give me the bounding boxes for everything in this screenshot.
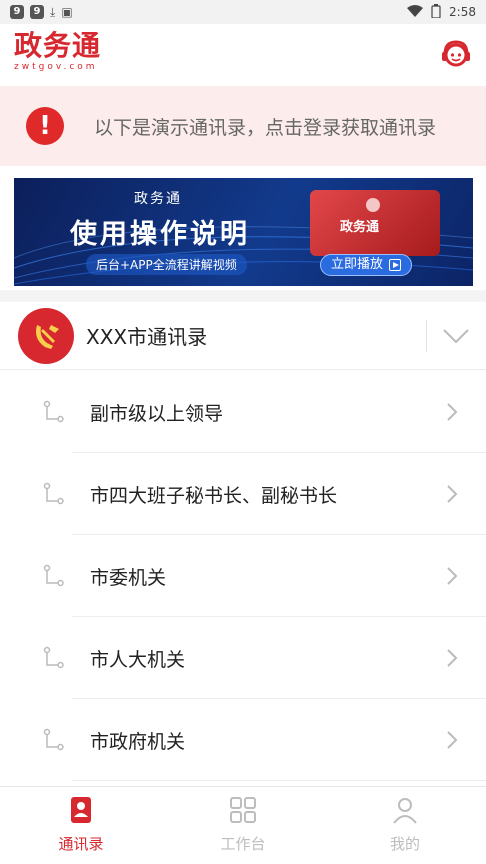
list-item[interactable]: 市四大班子秘书长、副秘书长 — [0, 453, 486, 535]
list-item[interactable]: 市人大机关 — [0, 617, 486, 699]
banner-card: 政务通 — [310, 190, 440, 256]
play-label: 立即播放 — [331, 257, 384, 272]
play-icon — [389, 259, 402, 271]
chevron-right-icon — [447, 567, 458, 585]
branch-icon — [43, 482, 64, 505]
list-item-label: 副市级以上领导 — [90, 402, 224, 425]
contacts-icon — [71, 797, 91, 823]
login-notice[interactable]: ! 以下是演示通讯录，点击登录获取通讯录 — [0, 86, 486, 166]
chevron-right-icon — [447, 485, 458, 503]
status-right: 2:58 — [407, 3, 476, 21]
party-emblem-icon — [18, 307, 74, 364]
emblem-icon — [366, 198, 380, 212]
list-item-label: 市四大班子秘书长、副秘书长 — [90, 484, 338, 507]
chevron-right-icon — [447, 649, 458, 667]
tab-label: 我的 — [389, 835, 420, 853]
grid-icon — [230, 797, 256, 823]
status-left: 9 9 ⤓ ▣ — [10, 5, 73, 20]
chevron-right-icon — [447, 403, 458, 421]
list-item[interactable]: 市政府机关 — [0, 699, 486, 781]
download-icon: ⤓ — [50, 4, 56, 19]
directory-title: XXX市通讯录 — [86, 325, 208, 349]
play-now-button[interactable]: 立即播放 — [320, 254, 413, 276]
notification-badge: 9 — [30, 5, 44, 19]
logo-domain: zwtgov.com — [14, 62, 98, 72]
list-item-label: 市政府机关 — [90, 730, 186, 753]
sim-icon: ▣ — [61, 5, 73, 19]
tab-workbench[interactable]: 工作台 — [198, 795, 288, 854]
user-icon — [393, 798, 417, 824]
banner-card-text: 政务通 — [340, 220, 380, 235]
branch-icon — [43, 564, 64, 587]
battery-icon — [431, 3, 441, 21]
branch-icon — [43, 646, 64, 669]
branch-icon — [43, 400, 64, 423]
directory-header[interactable]: XXX市通讯录 — [0, 302, 486, 370]
section-divider — [0, 290, 486, 302]
banner-subtitle: 后台+APP全流程讲解视频 — [86, 254, 247, 275]
list-item[interactable]: 市委机关 — [0, 535, 486, 617]
app-header: 政务通 zwtgov.com — [0, 24, 486, 86]
tab-label: 工作台 — [220, 835, 266, 853]
app-logo: 政务通 zwtgov.com — [14, 29, 124, 73]
notice-text: 以下是演示通讯录，点击登录获取通讯录 — [94, 116, 437, 139]
tab-me[interactable]: 我的 — [360, 795, 450, 854]
header-divider — [426, 320, 427, 352]
wifi-icon — [407, 4, 424, 20]
list-item-label: 市委机关 — [90, 566, 167, 589]
list-item[interactable]: 副市级以上领导 — [0, 371, 486, 453]
clock: 2:58 — [449, 5, 476, 19]
chevron-right-icon — [447, 731, 458, 749]
notification-badge: 9 — [10, 5, 24, 19]
customer-service-icon[interactable] — [440, 38, 472, 70]
alert-icon: ! — [26, 107, 64, 145]
status-bar: 9 9 ⤓ ▣ 2:58 — [0, 0, 486, 24]
list-item-label: 市人大机关 — [90, 648, 186, 671]
banner-brand: 政务通 — [134, 191, 182, 207]
tutorial-banner[interactable]: 政务通 使用操作说明 后台+APP全流程讲解视频 政务通 立即播放 — [14, 178, 473, 286]
tab-label: 通讯录 — [58, 835, 104, 853]
bottom-tab-bar: 通讯录 工作台 我的 — [0, 786, 486, 864]
banner-title: 使用操作说明 — [70, 219, 250, 250]
logo-text: 政务通 — [14, 29, 102, 62]
directory-list: 副市级以上领导 市四大班子秘书长、副秘书长 市委机关 市人大机关 市政府机关 — [0, 371, 486, 781]
chevron-down-icon[interactable] — [442, 326, 470, 346]
tab-contacts[interactable]: 通讯录 — [36, 795, 126, 854]
branch-icon — [43, 728, 64, 751]
